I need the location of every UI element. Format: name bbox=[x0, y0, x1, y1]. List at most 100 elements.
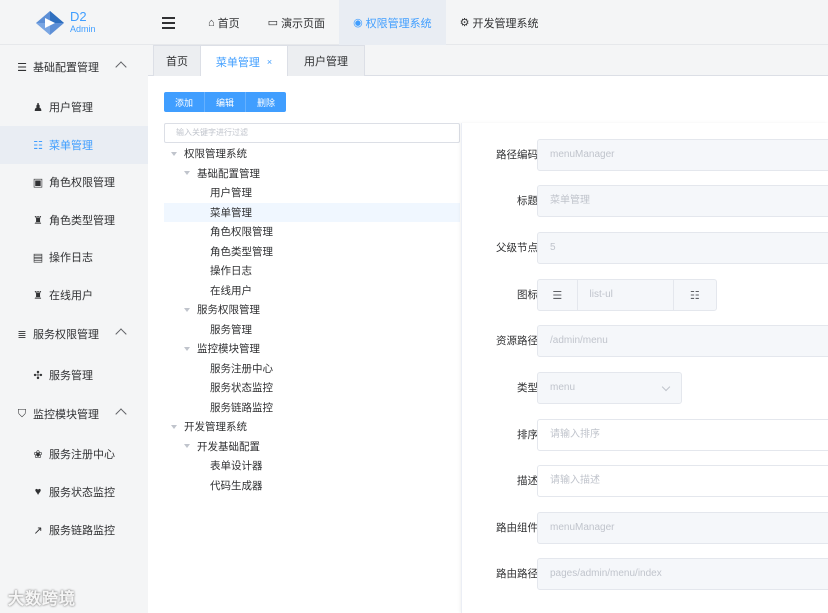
description-input[interactable]: 请输入描述 bbox=[537, 465, 828, 497]
chevron-up-icon bbox=[115, 61, 127, 73]
tree-node[interactable]: 服务状态监控 bbox=[164, 378, 460, 398]
type-select[interactable]: menu bbox=[537, 372, 682, 404]
chess-rook-icon: ♜ bbox=[33, 289, 43, 302]
tree-node-label: 操作日志 bbox=[210, 265, 252, 278]
page-tabs: 首页 菜单管理 × 用户管理 bbox=[148, 45, 828, 77]
close-icon[interactable]: × bbox=[267, 57, 272, 67]
caret-down-icon[interactable] bbox=[171, 151, 177, 156]
tree-node[interactable]: 基础配置管理 bbox=[164, 164, 460, 184]
sidebar-item-online-users[interactable]: ♜ 在线用户 bbox=[0, 276, 148, 314]
tab-home[interactable]: 首页 bbox=[153, 45, 201, 76]
caret-down-icon[interactable] bbox=[171, 424, 177, 429]
delete-button[interactable]: 删除 bbox=[246, 92, 287, 112]
paw-icon: ❀ bbox=[33, 448, 43, 461]
tree-node[interactable]: 用户管理 bbox=[164, 183, 460, 203]
tab-label: 用户管理 bbox=[304, 56, 348, 68]
form-row-sort: 排序 请输入排序 bbox=[462, 419, 828, 451]
sidebar-item-role-type[interactable]: ♜ 角色类型管理 bbox=[0, 201, 148, 239]
tree-filter-input[interactable]: 输入关键字进行过滤 bbox=[164, 123, 460, 143]
tree-node[interactable]: 在线用户 bbox=[164, 281, 460, 301]
edit-button[interactable]: 编辑 bbox=[205, 92, 247, 112]
sidebar-group-service-permission[interactable]: ≣ 服务权限管理 bbox=[0, 315, 148, 353]
icon-select-button[interactable]: ☷ bbox=[672, 280, 716, 310]
caret-down-icon[interactable] bbox=[184, 171, 190, 176]
topnav-home[interactable]: ⌂ 首页 bbox=[194, 0, 254, 45]
tab-label: 首页 bbox=[166, 56, 188, 68]
tree-node[interactable]: 监控模块管理 bbox=[164, 339, 460, 359]
path-code-input[interactable]: menuManager bbox=[537, 139, 828, 171]
menu-toggle-icon[interactable] bbox=[162, 14, 182, 32]
field-label: 类型 bbox=[517, 382, 538, 394]
sidebar-group-monitor[interactable]: ⛉ 监控模块管理 bbox=[0, 395, 148, 433]
form-row-component: 路由组件 menuManager bbox=[462, 512, 828, 544]
sidebar-item-user-manage[interactable]: ♟ 用户管理 bbox=[0, 88, 148, 126]
tree-node-selected[interactable]: 菜单管理 bbox=[164, 202, 460, 222]
tree-node[interactable]: 服务链路监控 bbox=[164, 398, 460, 418]
tree-node[interactable]: 操作日志 bbox=[164, 261, 460, 281]
brand-title: D2 bbox=[70, 9, 87, 24]
tree-node-label: 在线用户 bbox=[210, 284, 252, 297]
tab-user-manage[interactable]: 用户管理 bbox=[287, 45, 365, 76]
topnav-label: 演示页面 bbox=[281, 17, 326, 30]
heartbeat-icon: ♥ bbox=[34, 486, 42, 498]
route-path-input[interactable]: pages/admin/menu/index bbox=[537, 558, 828, 590]
menu-tree: 权限管理系统 基础配置管理 用户管理 菜单管理 角色权限管理 角色类型管理 操作… bbox=[164, 144, 460, 495]
d2-admin-logo[interactable]: D2 Admin bbox=[36, 9, 106, 37]
gear-icon: ⚙ bbox=[459, 17, 470, 29]
sidebar-item-registry[interactable]: ❀ 服务注册中心 bbox=[0, 435, 148, 473]
tree-node[interactable]: 开发管理系统 bbox=[164, 417, 460, 437]
tree-node[interactable]: 开发基础配置 bbox=[164, 437, 460, 457]
tree-node-label: 基础配置管理 bbox=[197, 167, 260, 180]
sort-input[interactable]: 请输入排序 bbox=[537, 419, 828, 451]
tree-node-label: 服务权限管理 bbox=[197, 304, 260, 317]
field-label: 图标 bbox=[517, 289, 538, 301]
tree-node-label: 表单设计器 bbox=[210, 460, 263, 473]
add-button[interactable]: 添加 bbox=[164, 92, 206, 112]
sidebar-item-label: 角色类型管理 bbox=[49, 215, 115, 227]
tree-node-label: 服务注册中心 bbox=[210, 362, 273, 375]
tree-node[interactable]: 角色权限管理 bbox=[164, 222, 460, 242]
sidebar-item-operation-log[interactable]: ▤ 操作日志 bbox=[0, 238, 148, 276]
route-component-input[interactable]: menuManager bbox=[537, 512, 828, 544]
topnav-demo[interactable]: ▭ 演示页面 bbox=[254, 0, 339, 45]
tree-node[interactable]: 服务注册中心 bbox=[164, 359, 460, 379]
sidebar-group-label: 监控模块管理 bbox=[33, 409, 99, 421]
icon-input[interactable]: list-ul bbox=[577, 280, 673, 310]
folder-icon: ▭ bbox=[267, 17, 279, 29]
user-icon: ♟ bbox=[33, 101, 43, 114]
top-header: D2 Admin ⌂ 首页 ▭ 演示页面 ◉ 权限管理系统 ⚙ 开发管理系统 bbox=[0, 0, 828, 45]
sidebar-item-role-permission[interactable]: ▣ 角色权限管理 bbox=[0, 163, 148, 201]
parent-node-input[interactable]: 5 bbox=[537, 232, 828, 264]
sidebar-group-basic-config[interactable]: ☰ 基础配置管理 bbox=[0, 48, 148, 86]
tree-node[interactable]: 表单设计器 bbox=[164, 456, 460, 476]
sidebar-item-label: 服务注册中心 bbox=[49, 449, 115, 461]
field-label: 路由路径 bbox=[496, 568, 538, 580]
shield-icon: ⛉ bbox=[17, 407, 27, 420]
sidebar: ☰ 基础配置管理 ♟ 用户管理 ☷ 菜单管理 ▣ 角色权限管理 ♜ 角色类型管理… bbox=[0, 45, 148, 613]
topnav-dev-system[interactable]: ⚙ 开发管理系统 bbox=[446, 0, 553, 45]
sidebar-item-menu-manage[interactable]: ☷ 菜单管理 bbox=[0, 126, 148, 164]
caret-down-icon[interactable] bbox=[184, 346, 190, 351]
tree-node[interactable]: 服务权限管理 bbox=[164, 300, 460, 320]
sidebar-item-service-manage[interactable]: ✣ 服务管理 bbox=[0, 356, 148, 394]
topnav-label: 权限管理系统 bbox=[365, 17, 432, 30]
tree-node[interactable]: 权限管理系统 bbox=[164, 144, 460, 164]
d2-logo-icon bbox=[36, 11, 64, 35]
tree-node[interactable]: 角色类型管理 bbox=[164, 242, 460, 262]
sidebar-item-status-monitor[interactable]: ♥ 服务状态监控 bbox=[0, 473, 148, 511]
sidebar-item-trace-monitor[interactable]: ↗ 服务链路监控 bbox=[0, 511, 148, 549]
form-row-title: 标题 菜单管理 bbox=[462, 185, 828, 217]
caret-down-icon[interactable] bbox=[184, 444, 190, 449]
tree-node-label: 监控模块管理 bbox=[197, 343, 260, 356]
list-ul-icon: ☰ bbox=[538, 280, 578, 310]
sidebar-item-label: 菜单管理 bbox=[49, 140, 93, 152]
title-input[interactable]: 菜单管理 bbox=[537, 185, 828, 217]
sidebar-item-label: 服务状态监控 bbox=[49, 487, 115, 499]
tree-node[interactable]: 代码生成器 bbox=[164, 476, 460, 496]
tab-menu-manage[interactable]: 菜单管理 × bbox=[200, 45, 288, 77]
cubes-icon: ✣ bbox=[33, 369, 43, 382]
topnav-permission-system[interactable]: ◉ 权限管理系统 bbox=[339, 0, 446, 45]
caret-down-icon[interactable] bbox=[184, 307, 190, 312]
resource-path-input[interactable]: /admin/menu bbox=[537, 325, 828, 357]
tree-node[interactable]: 服务管理 bbox=[164, 320, 460, 340]
